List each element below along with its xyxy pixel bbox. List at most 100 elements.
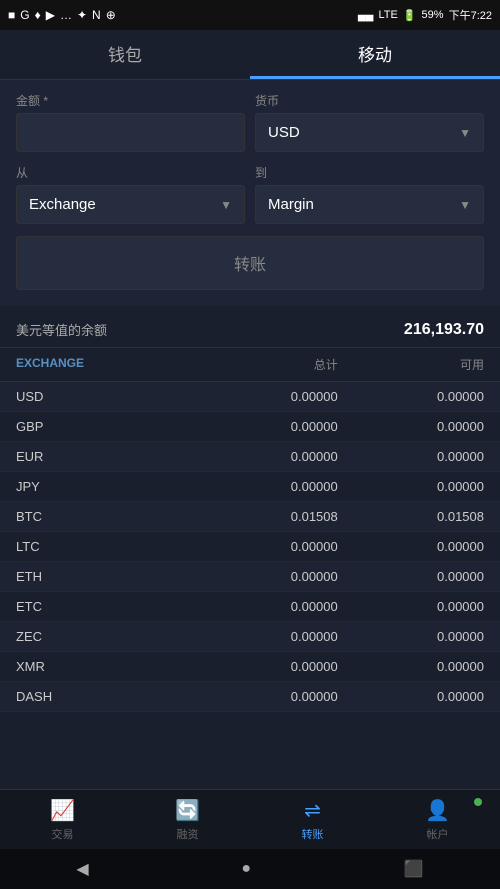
exchange-table: EXCHANGE 总计 可用 USD 0.00000 0.00000 GBP 0… xyxy=(0,348,500,712)
funding-icon: 🔄 xyxy=(175,798,200,823)
currency-label: 货币 xyxy=(255,92,484,109)
amount-input[interactable] xyxy=(16,113,245,152)
cell-currency-name: USD xyxy=(16,389,192,404)
cell-currency-name: DASH xyxy=(16,689,192,704)
exchange-section-label: EXCHANGE xyxy=(16,356,192,373)
table-row: GBP 0.00000 0.00000 xyxy=(0,412,500,442)
icon-bt: ✦ xyxy=(77,8,87,22)
cell-total: 0.00000 xyxy=(192,569,338,584)
currency-group: 货币 USD ▼ xyxy=(255,92,484,152)
cell-available: 0.01508 xyxy=(338,509,484,524)
nav-trades[interactable]: 📈 交易 xyxy=(0,790,125,849)
status-left-icons: ■ G ♦ ▶ … ✦ N ⊕ xyxy=(8,8,116,22)
from-chevron-icon: ▼ xyxy=(220,198,232,212)
from-select[interactable]: Exchange ▼ xyxy=(16,185,245,224)
transfer-icon: ⇌ xyxy=(304,798,321,823)
amount-group: 金额 * xyxy=(16,92,245,152)
table-header: EXCHANGE 总计 可用 xyxy=(0,348,500,382)
tab-transfer[interactable]: 移动 xyxy=(250,30,500,79)
cell-currency-name: ETH xyxy=(16,569,192,584)
table-row: XMR 0.00000 0.00000 xyxy=(0,652,500,682)
nav-account[interactable]: 👤 帐户 xyxy=(375,790,500,849)
cell-available: 0.00000 xyxy=(338,479,484,494)
share-button[interactable]: ⬛ xyxy=(404,859,424,879)
transfer-nav-label: 转账 xyxy=(302,826,324,842)
cell-currency-name: BTC xyxy=(16,509,192,524)
table-row: DASH 0.00000 0.00000 xyxy=(0,682,500,712)
cell-total: 0.00000 xyxy=(192,539,338,554)
icon-play: ▶ xyxy=(46,8,55,22)
from-group: 从 Exchange ▼ xyxy=(16,164,245,224)
table-row: EUR 0.00000 0.00000 xyxy=(0,442,500,472)
from-label: 从 xyxy=(16,164,245,181)
cell-currency-name: XMR xyxy=(16,659,192,674)
cell-currency-name: EUR xyxy=(16,449,192,464)
balance-label: 美元等值的余额 xyxy=(16,320,107,339)
cell-total: 0.00000 xyxy=(192,629,338,644)
cell-total: 0.00000 xyxy=(192,479,338,494)
trades-icon: 📈 xyxy=(50,798,75,823)
home-button[interactable]: ● xyxy=(241,860,251,878)
account-online-dot xyxy=(474,798,482,806)
cell-available: 0.00000 xyxy=(338,659,484,674)
cell-currency-name: ETC xyxy=(16,599,192,614)
cell-available: 0.00000 xyxy=(338,599,484,614)
table-row: USD 0.00000 0.00000 xyxy=(0,382,500,412)
form-row-amount-currency: 金额 * 货币 USD ▼ xyxy=(16,92,484,152)
cell-currency-name: ZEC xyxy=(16,629,192,644)
battery-level: 59% xyxy=(422,9,444,21)
cell-available: 0.00000 xyxy=(338,689,484,704)
icon-dots: … xyxy=(60,8,72,22)
cell-total: 0.01508 xyxy=(192,509,338,524)
bottom-navigation: 📈 交易 🔄 融资 ⇌ 转账 👤 帐户 xyxy=(0,789,500,849)
tab-wallet[interactable]: 钱包 xyxy=(0,30,250,79)
icon-bell: ♦ xyxy=(35,8,41,22)
cell-total: 0.00000 xyxy=(192,419,338,434)
icon-nfc: N xyxy=(92,8,101,22)
funding-label: 融资 xyxy=(177,826,199,842)
icon-key: ⊕ xyxy=(106,8,116,22)
cell-currency-name: LTC xyxy=(16,539,192,554)
balance-row: 美元等值的余额 216,193.70 xyxy=(16,320,484,339)
cell-available: 0.00000 xyxy=(338,539,484,554)
cell-available: 0.00000 xyxy=(338,389,484,404)
balance-section: 美元等值的余额 216,193.70 xyxy=(0,306,500,348)
transfer-form: 金额 * 货币 USD ▼ 从 Exchange ▼ 到 Margin ▼ xyxy=(0,80,500,306)
cell-total: 0.00000 xyxy=(192,599,338,614)
table-row: BTC 0.01508 0.01508 xyxy=(0,502,500,532)
cell-currency-name: GBP xyxy=(16,419,192,434)
from-value: Exchange xyxy=(29,196,96,213)
status-right-info: ▄▄ LTE 🔋 59% 下午7:22 xyxy=(358,7,492,23)
to-select[interactable]: Margin ▼ xyxy=(255,185,484,224)
transfer-button[interactable]: 转账 xyxy=(16,236,484,290)
table-row: ZEC 0.00000 0.00000 xyxy=(0,622,500,652)
back-button[interactable]: ◀ xyxy=(76,859,88,879)
status-bar: ■ G ♦ ▶ … ✦ N ⊕ ▄▄ LTE 🔋 59% 下午7:22 xyxy=(0,0,500,30)
to-value: Margin xyxy=(268,196,314,213)
to-chevron-icon: ▼ xyxy=(459,198,471,212)
currency-value: USD xyxy=(268,124,300,141)
cell-available: 0.00000 xyxy=(338,629,484,644)
cell-total: 0.00000 xyxy=(192,659,338,674)
table-row: JPY 0.00000 0.00000 xyxy=(0,472,500,502)
currency-chevron-icon: ▼ xyxy=(459,126,471,140)
nav-funding[interactable]: 🔄 融资 xyxy=(125,790,250,849)
col-available-header: 可用 xyxy=(338,356,484,373)
account-label: 帐户 xyxy=(427,826,449,842)
cell-available: 0.00000 xyxy=(338,449,484,464)
nav-transfer[interactable]: ⇌ 转账 xyxy=(250,790,375,849)
cell-available: 0.00000 xyxy=(338,569,484,584)
cell-available: 0.00000 xyxy=(338,419,484,434)
col-total-header: 总计 xyxy=(192,356,338,373)
icon-screen: ■ xyxy=(8,8,15,22)
account-icon: 👤 xyxy=(425,798,450,823)
balance-value: 216,193.70 xyxy=(404,321,484,339)
cell-total: 0.00000 xyxy=(192,449,338,464)
table-scroll-area[interactable]: USD 0.00000 0.00000 GBP 0.00000 0.00000 … xyxy=(0,382,500,712)
icon-g: G xyxy=(20,8,29,22)
cell-currency-name: JPY xyxy=(16,479,192,494)
table-row: LTC 0.00000 0.00000 xyxy=(0,532,500,562)
currency-select[interactable]: USD ▼ xyxy=(255,113,484,152)
table-row: ETC 0.00000 0.00000 xyxy=(0,592,500,622)
battery-icon: 🔋 xyxy=(403,9,417,22)
